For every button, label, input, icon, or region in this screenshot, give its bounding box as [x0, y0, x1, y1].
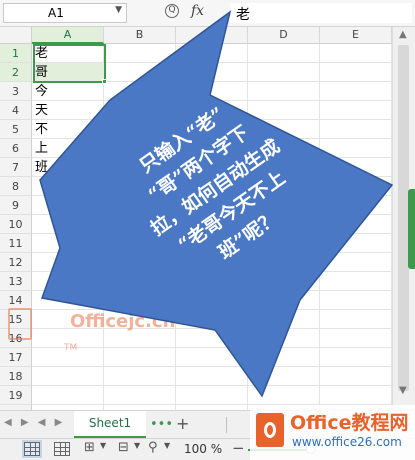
sheet-nav-arrows[interactable]: ◀ ▶ ◀ ▶: [4, 417, 65, 428]
office26-watermark: Office教程网 www.office26.com: [250, 405, 415, 460]
brand-logo-ring: [264, 422, 276, 438]
eye-protection-icon[interactable]: ⚲: [148, 440, 158, 455]
chevron-down-icon[interactable]: ▼: [134, 441, 140, 450]
chevron-down-icon[interactable]: ▼: [100, 441, 106, 450]
brand-url: www.office26.com: [292, 435, 402, 449]
tab-divider: [226, 417, 227, 433]
chevron-down-icon[interactable]: ▼: [164, 441, 170, 450]
reading-mode-icon[interactable]: ⊟: [118, 440, 129, 455]
zoom-out-button[interactable]: −: [232, 439, 245, 457]
office-logo-icon: [256, 413, 284, 447]
brand-title: Office教程网: [290, 412, 409, 434]
page-layout-icon[interactable]: [54, 442, 70, 456]
more-sheets-icon[interactable]: •••: [150, 417, 173, 432]
add-sheet-button[interactable]: +: [176, 414, 189, 433]
page-break-view-icon[interactable]: ⊞: [84, 440, 95, 455]
tab-sheet1[interactable]: Sheet1: [74, 411, 146, 438]
normal-view-icon[interactable]: [22, 440, 42, 458]
zoom-level[interactable]: 100 %: [184, 442, 222, 456]
